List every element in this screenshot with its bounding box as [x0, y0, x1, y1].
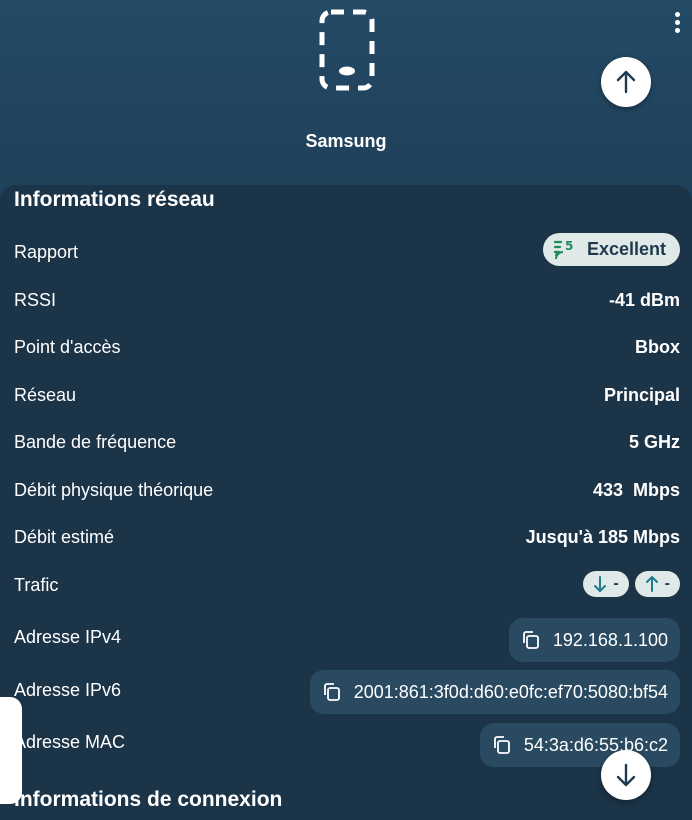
arrow-up-icon — [616, 70, 636, 94]
traffic-down-chip: - — [583, 571, 629, 597]
ipv4-copy-chip[interactable]: 192.168.1.100 — [508, 618, 680, 662]
value-network: Principal — [603, 385, 680, 405]
label-network: Réseau — [14, 385, 77, 405]
signal-quality-badge: 5 Excellent — [542, 233, 680, 266]
label-phys-rate: Débit physique théorique — [14, 480, 214, 500]
traffic-up-value: - — [664, 575, 670, 592]
traffic-up-chip: - — [634, 571, 680, 597]
side-drawer-handle[interactable] — [0, 697, 22, 804]
phone-icon — [319, 9, 375, 91]
ipv6-value: 2001:861:3f0d:d60:e0fc:ef70:5080:bf54 — [353, 681, 668, 702]
copy-icon — [522, 631, 539, 649]
more-vert-icon[interactable] — [668, 12, 686, 42]
label-ipv6: Adresse IPv6 — [14, 680, 122, 700]
wifi-5-icon: 5 — [553, 239, 573, 259]
mac-value: 54:3a:d6:55:b6:c2 — [523, 734, 668, 755]
scroll-down-button[interactable] — [601, 750, 651, 800]
section-title-network: Informations réseau — [14, 188, 215, 211]
mac-copy-chip[interactable]: 54:3a:d6:55:b6:c2 — [479, 723, 680, 767]
arrow-up-icon — [645, 576, 658, 592]
label-ipv4: Adresse IPv4 — [14, 627, 122, 647]
scroll-up-button[interactable] — [601, 57, 651, 107]
copy-icon — [323, 683, 340, 701]
copy-icon — [493, 736, 510, 754]
device-name: Samsung — [305, 131, 387, 151]
label-traffic: Trafic — [14, 575, 59, 595]
value-rssi: -41 dBm — [608, 290, 680, 310]
ipv4-value: 192.168.1.100 — [552, 629, 668, 650]
traffic-indicators: - - — [583, 571, 680, 597]
svg-text:5: 5 — [565, 239, 573, 253]
traffic-down-value: - — [613, 575, 619, 592]
value-band: 5 GHz — [628, 432, 680, 452]
signal-quality-value: Excellent — [586, 239, 666, 259]
section-title-connection: Informations de connexion — [14, 788, 283, 811]
ipv6-copy-chip[interactable]: 2001:861:3f0d:d60:e0fc:ef70:5080:bf54 — [309, 670, 680, 714]
label-mac: Adresse MAC — [14, 732, 126, 752]
label-rssi: RSSI — [14, 290, 57, 310]
arrow-down-icon — [594, 576, 607, 592]
value-phys-rate: 433 Mbps — [592, 480, 680, 500]
device-header: Samsung — [0, 0, 692, 200]
label-rapport: Rapport — [14, 242, 79, 262]
label-est-rate: Débit estimé — [14, 527, 115, 547]
label-band: Bande de fréquence — [14, 432, 177, 452]
label-access-point: Point d'accès — [14, 337, 121, 357]
value-access-point: Bbox — [635, 337, 680, 357]
arrow-down-icon — [616, 763, 636, 787]
value-est-rate: Jusqu'à 185 Mbps — [525, 527, 680, 547]
